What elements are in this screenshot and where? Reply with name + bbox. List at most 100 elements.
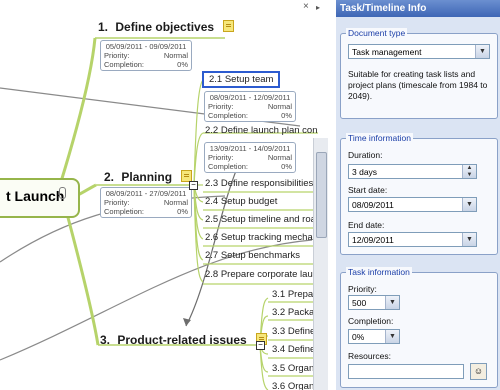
priority-value: Normal bbox=[163, 51, 188, 60]
subtopic-label: 3.4 Define bbox=[272, 344, 316, 355]
task-information-group: Task information Priority: 500 ▼ Complet… bbox=[340, 267, 498, 388]
task-dates: 08/09/2011 - 27/09/2011 bbox=[105, 189, 187, 198]
task-dates: 08/09/2011 - 12/09/2011 bbox=[209, 93, 291, 102]
subtopic[interactable]: 3.4 Define bbox=[272, 344, 315, 355]
mind-map-canvas[interactable]: t Launch 1. Define objectives 05/09/2011… bbox=[0, 0, 318, 390]
subtopic-label: 3.3 Define bbox=[272, 326, 316, 337]
chevron-down-icon[interactable]: ▼ bbox=[475, 45, 489, 58]
subtopic[interactable]: 3.5 Organ bbox=[272, 363, 314, 374]
subtopic[interactable]: 2.2 Define launch plan con bbox=[205, 125, 318, 136]
subtopic-label: 2.1 Setup team bbox=[209, 74, 274, 85]
time-information-group: Time information Duration: 3 days ▲ ▼ Sta… bbox=[340, 133, 498, 255]
subtopic-label: 2.2 Define launch plan con bbox=[205, 125, 318, 136]
subtopic[interactable]: 2.7 Setup benchmarks bbox=[205, 250, 300, 261]
close-icon[interactable]: × bbox=[303, 1, 309, 12]
subtopic-label: 3.1 Prepa bbox=[272, 289, 314, 300]
task-info-box: 08/09/2011 - 27/09/2011 Priority: Normal … bbox=[100, 187, 192, 218]
central-topic-label: t Launch bbox=[6, 188, 65, 204]
priority-label: Priority: bbox=[208, 102, 234, 111]
completion-value: 0% bbox=[281, 111, 292, 120]
duration-stepper[interactable]: 3 days ▲ ▼ bbox=[348, 164, 477, 179]
completion-label: Completion: bbox=[208, 111, 249, 120]
chevron-down-icon[interactable]: ▼ bbox=[385, 296, 399, 309]
start-date-value: 08/09/2011 bbox=[352, 200, 394, 210]
subtopic-label: 3.6 Organ bbox=[272, 381, 315, 390]
subtopic-label: 2.5 Setup timeline and road bbox=[205, 214, 318, 225]
completion-label: Completion: bbox=[348, 316, 394, 326]
resources-picker-button[interactable]: ☺ bbox=[470, 363, 487, 380]
task-dates: 05/09/2011 - 09/09/2011 bbox=[105, 42, 187, 51]
pane-title: Task/Timeline Info bbox=[336, 0, 500, 17]
completion-select[interactable]: 0% ▼ bbox=[348, 329, 400, 344]
priority-value: Normal bbox=[267, 153, 292, 162]
chevron-down-icon[interactable]: ▼ bbox=[385, 330, 399, 343]
subtopic[interactable]: 2.5 Setup timeline and road bbox=[205, 214, 318, 225]
subtopic-setup-team[interactable]: 2.1 Setup team bbox=[202, 71, 281, 88]
subtopic[interactable]: 2.6 Setup tracking mechan bbox=[205, 232, 318, 243]
task-info-box: 13/09/2011 - 14/09/2011 Priority: Normal … bbox=[204, 142, 296, 173]
topic-product-related-issues[interactable]: 3. Product-related issues bbox=[100, 333, 268, 347]
topic-number: 1. bbox=[98, 20, 109, 34]
start-date-field[interactable]: 08/09/2011 ▼ bbox=[348, 197, 477, 212]
task-info-box: 08/09/2011 - 12/09/2011 Priority: Normal … bbox=[204, 91, 296, 122]
priority-label: Priority: bbox=[348, 284, 377, 294]
scrollbar-thumb[interactable] bbox=[316, 152, 327, 238]
topic-number: 2. bbox=[104, 170, 115, 184]
priority-value: Normal bbox=[163, 198, 188, 207]
end-date-field[interactable]: 12/09/2011 ▼ bbox=[348, 232, 477, 247]
topic-title: Planning bbox=[121, 170, 173, 184]
spinner-icon[interactable]: ▲ ▼ bbox=[462, 165, 476, 178]
priority-label: Priority: bbox=[104, 51, 130, 60]
collapse-toggle[interactable]: − bbox=[256, 341, 265, 350]
completion-label: Completion: bbox=[104, 207, 145, 216]
subtopic-label: 2.7 Setup benchmarks bbox=[205, 250, 301, 261]
collapse-toggle[interactable]: − bbox=[189, 181, 198, 190]
topic-planning[interactable]: 2. Planning bbox=[104, 170, 193, 184]
priority-label: Priority: bbox=[104, 198, 130, 207]
subtopic[interactable]: 3.3 Define bbox=[272, 326, 315, 337]
note-icon[interactable] bbox=[223, 20, 235, 32]
subtopic[interactable]: 3.6 Organ bbox=[272, 381, 314, 390]
resources-input[interactable] bbox=[348, 364, 464, 379]
subtopic[interactable]: 2.4 Setup budget bbox=[205, 196, 277, 207]
start-date-label: Start date: bbox=[348, 185, 388, 195]
central-topic[interactable]: t Launch bbox=[0, 178, 80, 218]
subtopic-label: 3.5 Organ bbox=[272, 363, 315, 374]
attachment-icon bbox=[59, 187, 66, 199]
subtopic-label: 2.8 Prepare corporate laun bbox=[205, 269, 318, 280]
topic-title: Define objectives bbox=[115, 20, 215, 34]
topic-title: Product-related issues bbox=[117, 333, 247, 347]
duration-value: 3 days bbox=[352, 167, 378, 177]
chevron-down-icon[interactable]: ▼ bbox=[462, 233, 476, 246]
subtopic-label: 3.2 Packa bbox=[272, 307, 315, 318]
priority-label: Priority: bbox=[208, 153, 234, 162]
people-icon: ☺ bbox=[473, 366, 484, 376]
subtopic-label: 2.6 Setup tracking mechan bbox=[205, 232, 318, 243]
group-title: Document type bbox=[346, 28, 408, 38]
document-type-description: Suitable for creating task lists and pro… bbox=[348, 69, 488, 101]
duration-label: Duration: bbox=[348, 150, 383, 160]
end-date-value: 12/09/2011 bbox=[352, 235, 394, 245]
collapse-pane-icon[interactable]: ▸ bbox=[316, 3, 326, 13]
subtopic[interactable]: 3.1 Prepa bbox=[272, 289, 313, 300]
vertical-scrollbar[interactable] bbox=[313, 138, 328, 390]
group-title: Task information bbox=[346, 267, 412, 277]
task-info-box: 05/09/2011 - 09/09/2011 Priority: Normal … bbox=[100, 40, 192, 71]
chevron-down-icon[interactable]: ▼ bbox=[462, 198, 476, 211]
completion-value: 0% bbox=[177, 60, 188, 69]
priority-select[interactable]: 500 ▼ bbox=[348, 295, 400, 310]
completion-value: 0% bbox=[281, 162, 292, 171]
document-type-select[interactable]: Task management ▼ bbox=[348, 44, 490, 59]
subtopic[interactable]: 2.3 Define responsibilities bbox=[205, 178, 313, 189]
subtopic-label: 2.4 Setup budget bbox=[205, 196, 278, 207]
completion-label: Completion: bbox=[104, 60, 145, 69]
resources-label: Resources: bbox=[348, 351, 391, 361]
topic-define-objectives[interactable]: 1. Define objectives bbox=[98, 20, 235, 34]
document-type-group: Document type Task management ▼ Suitable… bbox=[340, 28, 498, 119]
subtopic[interactable]: 3.2 Packa bbox=[272, 307, 314, 318]
completion-label: Completion: bbox=[208, 162, 249, 171]
subtopic[interactable]: 2.8 Prepare corporate laun bbox=[205, 269, 318, 280]
end-date-label: End date: bbox=[348, 220, 385, 230]
completion-value: 0% bbox=[177, 207, 188, 216]
completion-value: 0% bbox=[352, 332, 365, 342]
